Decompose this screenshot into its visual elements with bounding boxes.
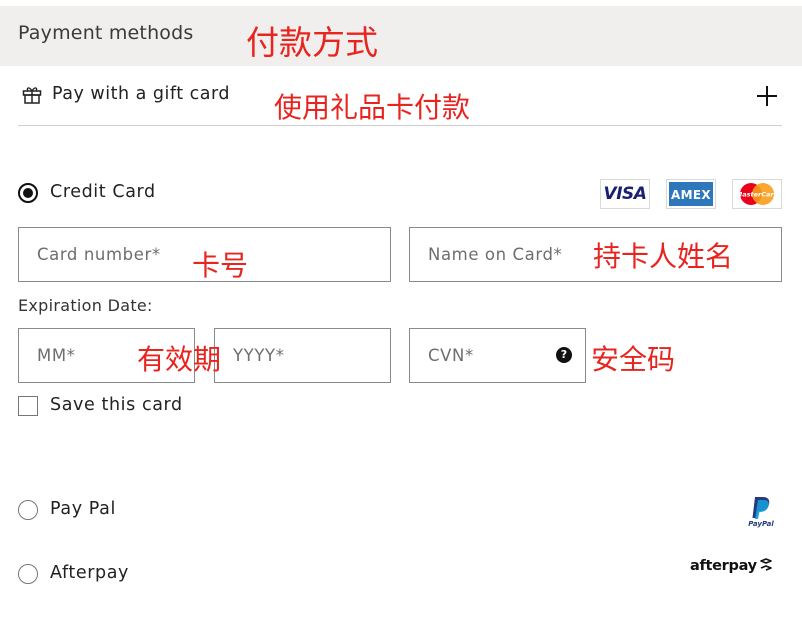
- amex-logo: AMEX: [666, 179, 716, 209]
- paypal-logo: PayPal: [748, 497, 774, 528]
- plus-icon[interactable]: [755, 84, 779, 108]
- paypal-radio[interactable]: [18, 500, 38, 520]
- annotation-name-on-card: 持卡人姓名: [593, 240, 734, 273]
- paypal-logo-text: PayPal: [748, 520, 774, 528]
- annotation-cvn: 安全码: [591, 343, 676, 376]
- mastercard-circles: MasterCard: [736, 183, 779, 205]
- page-title: Payment methods: [18, 22, 194, 44]
- visa-logo-text: VISA: [603, 184, 647, 204]
- afterpay-logo: afterpay: [690, 558, 774, 574]
- annotation-card-number: 卡号: [192, 249, 249, 282]
- annotation-gift-card: 使用礼品卡付款: [274, 91, 471, 124]
- afterpay-arrows-icon: [759, 558, 772, 571]
- afterpay-radio[interactable]: [18, 564, 38, 584]
- gift-card-option[interactable]: Pay with a gift card: [52, 84, 230, 104]
- save-card-checkbox[interactable]: [18, 396, 38, 416]
- expiration-date-label: Expiration Date:: [18, 296, 153, 315]
- mastercard-logo-text: MasterCard: [736, 191, 779, 199]
- gift-icon: [22, 87, 42, 104]
- annotation-expiration: 有效期: [137, 343, 222, 376]
- credit-card-radio[interactable]: [18, 183, 38, 203]
- visa-logo: VISA: [600, 179, 650, 209]
- annotation-payment-methods: 付款方式: [246, 23, 378, 62]
- question-icon[interactable]: ?: [556, 347, 572, 363]
- afterpay-label: Afterpay: [50, 563, 130, 583]
- amex-logo-text: AMEX: [671, 188, 711, 202]
- paypal-label: Pay Pal: [50, 499, 116, 519]
- divider: [18, 125, 782, 126]
- mastercard-logo: MasterCard: [732, 179, 782, 209]
- afterpay-logo-text: afterpay: [690, 558, 757, 574]
- expiration-year-input[interactable]: [214, 328, 391, 383]
- credit-card-label: Credit Card: [50, 182, 156, 202]
- save-card-label: Save this card: [50, 395, 183, 415]
